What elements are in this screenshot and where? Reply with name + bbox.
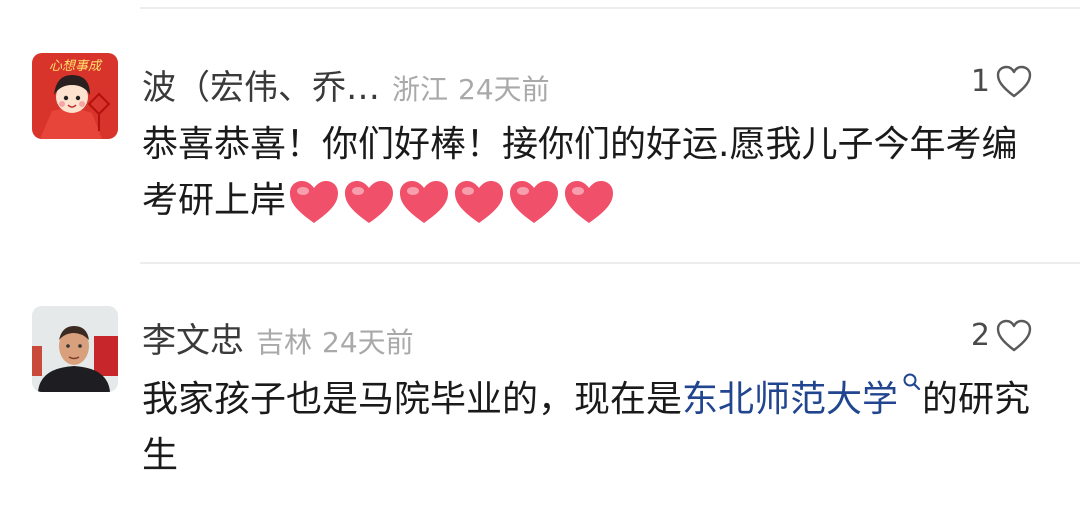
timestamp: 24天前 [322,326,414,359]
username[interactable]: 李文忠 [142,313,244,362]
comment-item: 李文忠 吉林 24天前 2 我家孩子也是马院毕业的，现在是东北师范大学 的研究生 [0,262,1080,509]
heart-emoji-icon [400,181,449,223]
heart-emoji-icon [510,181,559,223]
school-search-link[interactable]: 东北师范大学 [682,379,898,420]
heart-emoji-icon [455,181,504,223]
heart-emoji-icon [345,181,394,223]
comment-item: 心想事成 波（宏伟、乔… 浙江 24天前 1 恭喜恭喜！你们好棒！接你们的好运.… [0,0,1080,262]
man-photo-avatar-icon [32,306,118,392]
user-avatar[interactable] [32,306,118,392]
search-icon[interactable] [902,372,922,394]
username[interactable]: 波（宏伟、乔… [142,60,380,109]
comment-body-start: 我家孩子也是马院毕业的，现在是 [142,379,683,420]
location-label: 吉林 [256,326,313,359]
heart-emoji-icon [565,181,614,223]
timestamp: 24天前 [458,73,550,106]
heart-outline-icon [996,319,1032,351]
cartoon-girl-avatar-icon [40,75,111,139]
heart-emoji-group [288,179,618,225]
like-count: 1 [970,64,990,99]
comment-meta: 波（宏伟、乔… 浙江 24天前 [142,60,550,109]
heart-outline-icon [996,65,1032,97]
comment-text: 我家孩子也是马院毕业的，现在是东北师范大学 的研究生 [142,372,1042,484]
heart-emoji-icon [290,181,339,223]
like-button[interactable]: 1 [971,64,1032,99]
location-label: 浙江 [392,73,449,106]
comment-text: 恭喜恭喜！你们好棒！接你们的好运.愿我儿子今年考编考研上岸 [142,117,1042,229]
comment-meta: 李文忠 吉林 24天前 [142,313,414,362]
like-button[interactable]: 2 [971,318,1032,353]
user-avatar[interactable]: 心想事成 [32,53,118,139]
like-count: 2 [970,318,990,353]
